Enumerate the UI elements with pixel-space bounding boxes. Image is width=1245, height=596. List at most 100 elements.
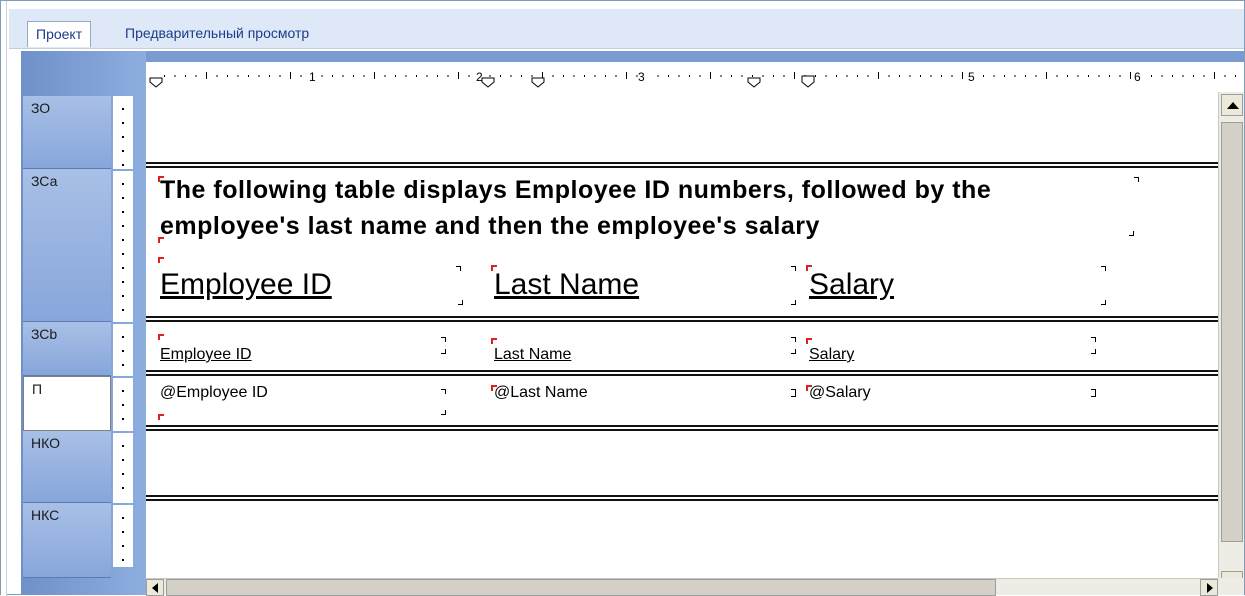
ruler-tick xyxy=(1077,75,1079,77)
scroll-left-button[interactable] xyxy=(146,579,164,596)
ruler-tick xyxy=(552,75,554,77)
header-employee-id[interactable]: Employee ID xyxy=(160,268,332,302)
ruler-tick xyxy=(1004,75,1005,77)
vertical-ruler-tick xyxy=(122,309,124,311)
band-separator[interactable] xyxy=(146,425,1218,431)
field-corner xyxy=(791,337,796,342)
ruler-tick xyxy=(867,75,869,77)
vertical-scroll-thumb[interactable] xyxy=(1221,122,1243,542)
vertical-scrollbar[interactable] xyxy=(1218,92,1244,595)
ruler-tick xyxy=(1119,75,1121,77)
band-separator[interactable] xyxy=(146,495,1218,501)
ruler-tick xyxy=(1130,72,1131,79)
field-corner xyxy=(1101,300,1106,305)
ruler-tick xyxy=(941,75,942,77)
vertical-ruler-6 xyxy=(113,505,133,567)
ruler-tick xyxy=(353,75,354,77)
ruler-tick xyxy=(731,75,732,77)
label-last-name[interactable]: Last Name xyxy=(494,346,571,364)
label-employee-id[interactable]: Employee ID xyxy=(160,346,252,364)
ruler-tick xyxy=(615,75,617,77)
ruler-tick xyxy=(563,75,564,77)
scrollbar-corner xyxy=(1218,578,1244,595)
vertical-ruler-5 xyxy=(113,433,133,503)
ruler-tick xyxy=(321,75,323,77)
vertical-ruler-tick xyxy=(122,164,124,166)
ruler-tick xyxy=(521,75,522,77)
ruler-tick xyxy=(1014,75,1016,77)
field-corner xyxy=(1091,349,1096,354)
ruler-tick xyxy=(1203,75,1205,77)
band-label-page-header-b[interactable]: ЗСb xyxy=(23,322,111,376)
ruler-tick xyxy=(815,75,816,77)
vertical-ruler-tick xyxy=(122,281,124,283)
band-label-report-footer[interactable]: НКС xyxy=(23,503,111,578)
vertical-ruler-tick xyxy=(122,136,124,138)
ruler-tick xyxy=(846,75,848,77)
field-employee-id[interactable]: @Employee ID xyxy=(160,384,268,402)
field-corner xyxy=(1091,392,1096,397)
vertical-ruler-tick xyxy=(122,108,124,110)
up-arrow-icon xyxy=(1227,102,1239,109)
ruler-tick xyxy=(384,75,386,77)
band-label-details[interactable]: П xyxy=(23,376,111,431)
field-last-name[interactable]: @Last Name xyxy=(494,384,588,402)
ruler-tick xyxy=(195,75,197,77)
band-separator[interactable] xyxy=(146,162,1218,168)
intro-text-line-2[interactable]: employee's last name and then the employ… xyxy=(160,212,820,241)
vertical-ruler-tick xyxy=(122,336,124,338)
ruler-tick xyxy=(447,75,449,77)
ruler-tick xyxy=(909,75,911,77)
field-corner xyxy=(1101,266,1106,271)
band-label-page-header-a[interactable]: ЗСа xyxy=(23,169,111,322)
horizontal-ruler[interactable]: 1 2 3 5 6 xyxy=(146,62,1244,92)
ruler-tick xyxy=(227,75,228,77)
ruler-tick xyxy=(374,72,375,79)
field-corner xyxy=(456,266,461,271)
ruler-tick xyxy=(657,75,659,77)
vertical-ruler-4 xyxy=(113,378,133,431)
vertical-ruler-tick xyxy=(122,404,124,406)
vertical-ruler-2 xyxy=(113,171,133,322)
band-label-report-header[interactable]: ЗО xyxy=(23,96,111,169)
ruler-tick xyxy=(468,75,470,77)
ruler-tick xyxy=(668,75,669,77)
ruler-tick xyxy=(573,75,575,77)
field-salary[interactable]: @Salary xyxy=(809,384,871,402)
band-separator[interactable] xyxy=(146,316,1218,322)
ruler-tick xyxy=(584,75,585,77)
report-designer-window: Проект Предварительный просмотр 1 2 3 5 … xyxy=(0,0,1245,596)
ruler-tick xyxy=(1025,75,1026,77)
tab-design[interactable]: Проект xyxy=(27,21,92,47)
design-surface: 1 2 3 5 6 ЗО ЗСа ЗСb П НКО НКС The follo… xyxy=(21,51,1244,596)
intro-text-line-1[interactable]: The following table displays Employee ID… xyxy=(160,176,991,205)
ruler-tick xyxy=(489,75,491,77)
report-canvas[interactable]: The following table displays Employee ID… xyxy=(146,92,1218,578)
scroll-right-button[interactable] xyxy=(1200,579,1218,596)
band-label-page-footer[interactable]: НКО xyxy=(23,431,111,503)
label-salary[interactable]: Salary xyxy=(809,346,854,364)
field-corner xyxy=(1091,337,1096,342)
ruler-tick xyxy=(279,75,281,77)
field-corner xyxy=(791,349,796,354)
ruler-tick xyxy=(699,75,701,77)
tab-preview[interactable]: Предварительный просмотр xyxy=(117,21,317,47)
horizontal-scroll-thumb[interactable] xyxy=(166,579,996,596)
ruler-tick xyxy=(395,75,396,77)
ruler-tick xyxy=(185,75,186,77)
scroll-up-button[interactable] xyxy=(1221,94,1243,116)
horizontal-scrollbar[interactable] xyxy=(146,578,1218,596)
left-arrow-icon xyxy=(152,583,158,593)
ruler-number-5: 5 xyxy=(968,70,975,84)
vertical-ruler-tick xyxy=(122,418,124,420)
band-separator[interactable] xyxy=(146,370,1218,376)
ruler-tick xyxy=(993,75,995,77)
header-salary[interactable]: Salary xyxy=(809,268,894,302)
ruler-tick xyxy=(216,75,218,77)
ruler-tick xyxy=(794,72,795,79)
header-last-name[interactable]: Last Name xyxy=(494,268,639,302)
ruler-tick xyxy=(962,72,963,79)
ruler-tick xyxy=(500,75,501,77)
ruler-marker-2 xyxy=(481,77,495,88)
ruler-number-3: 3 xyxy=(638,70,645,84)
